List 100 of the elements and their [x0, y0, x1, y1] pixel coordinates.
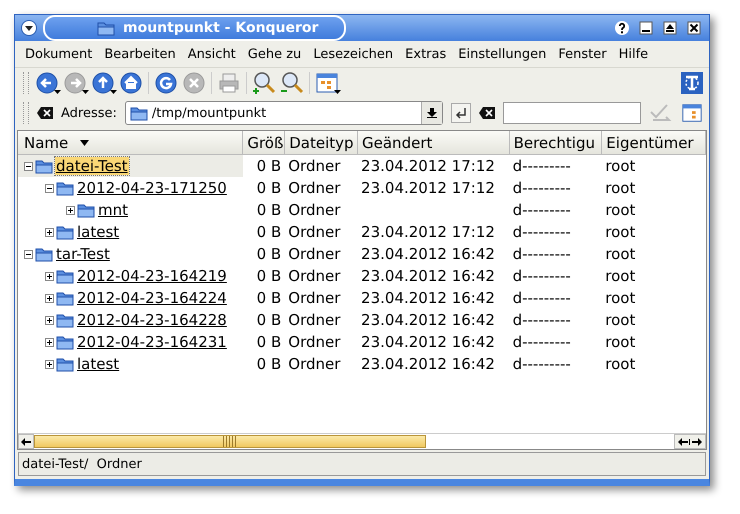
file-name-link[interactable]: datei-Test: [55, 157, 129, 175]
dropdown-caret-icon[interactable]: [110, 90, 117, 94]
go-button[interactable]: [450, 103, 471, 123]
table-cell: d---------: [512, 179, 571, 197]
table-cell: d---------: [512, 223, 571, 241]
table-cell: Ordner: [288, 267, 340, 285]
menu-item[interactable]: Lesezeichen: [307, 46, 400, 62]
table-cell: d---------: [512, 333, 571, 351]
dropdown-caret-icon[interactable]: [54, 90, 61, 94]
table-cell: 23.04.2012 16:42: [361, 333, 495, 351]
clear-icon[interactable]: [37, 107, 53, 119]
table-cell: 0 B: [256, 179, 282, 197]
expand-toggle-icon[interactable]: [66, 206, 75, 214]
reload-icon: [154, 71, 178, 95]
column-header[interactable]: Dateityp: [285, 131, 358, 154]
file-name-link[interactable]: tar-Test: [55, 245, 111, 263]
close-button[interactable]: [685, 19, 703, 37]
enter-arrow-icon: [454, 107, 467, 119]
table-cell: 23.04.2012 17:12: [361, 157, 495, 175]
column-header[interactable]: Eigentümer: [602, 131, 706, 154]
table-cell: 0 B: [256, 311, 282, 329]
file-name-link[interactable]: 2012-04-23-164231: [76, 333, 228, 351]
folder-icon: [56, 290, 74, 306]
menu-item[interactable]: Fenster: [552, 46, 613, 62]
file-name-link[interactable]: latest: [76, 223, 120, 241]
collapse-toggle-icon[interactable]: [24, 250, 33, 258]
expand-toggle-icon[interactable]: [45, 294, 54, 302]
folder-icon: [56, 180, 74, 196]
table-cell: Ordner: [288, 201, 340, 219]
caret-icon: [25, 26, 33, 30]
expand-toggle-icon[interactable]: [45, 228, 54, 236]
table-cell: 0 B: [256, 333, 282, 351]
menu-item[interactable]: Bearbeiten: [98, 46, 182, 62]
expand-toggle-icon[interactable]: [45, 272, 54, 280]
printer-icon: [217, 71, 241, 95]
collapse-toggle-icon[interactable]: [45, 184, 54, 192]
table-cell: d---------: [512, 201, 571, 219]
menu-item[interactable]: Extras: [399, 46, 452, 62]
table-cell: d---------: [512, 311, 571, 329]
menu-item[interactable]: Gehe zu: [242, 46, 308, 62]
collapse-toggle-icon[interactable]: [24, 162, 33, 170]
folder-icon: [56, 356, 74, 372]
minimize-button[interactable]: [637, 19, 655, 37]
table-cell: root: [605, 311, 636, 329]
table-cell: 0 B: [256, 157, 282, 175]
file-name-link[interactable]: mnt: [97, 201, 129, 219]
column-header[interactable]: Name: [18, 131, 244, 154]
window-menu-button[interactable]: [21, 20, 37, 36]
file-name-link[interactable]: latest: [76, 355, 120, 373]
check-arrow-icon[interactable]: [648, 103, 673, 123]
table-cell: Ordner: [288, 179, 340, 197]
maximize-button[interactable]: [661, 19, 679, 37]
expand-toggle-icon[interactable]: [45, 360, 54, 368]
table-cell: Ordner: [288, 157, 340, 175]
left-right-arrows-icon[interactable]: [678, 438, 702, 446]
file-name-link[interactable]: 2012-04-23-164219: [76, 267, 228, 285]
folder-icon: [56, 312, 74, 328]
clear-search-icon[interactable]: [478, 107, 495, 119]
file-name-link[interactable]: 2012-04-23-171250: [76, 179, 228, 197]
table-cell: Ordner: [288, 245, 340, 263]
table-cell: 0 B: [256, 201, 282, 219]
zoom-in-button[interactable]: [250, 70, 278, 96]
table-cell: root: [605, 333, 636, 351]
table-cell: 23.04.2012 17:12: [361, 179, 495, 197]
table-cell: root: [605, 289, 636, 307]
horizontal-scrollbar[interactable]: [18, 433, 706, 449]
file-name-link[interactable]: 2012-04-23-164224: [76, 289, 228, 307]
menu-item[interactable]: Einstellungen: [452, 46, 552, 62]
stop-icon: [182, 71, 206, 95]
dropdown-caret-icon[interactable]: [334, 90, 341, 94]
sort-caret-icon: [80, 140, 90, 146]
menu-item[interactable]: Dokument: [19, 46, 98, 62]
file-name-link[interactable]: 2012-04-23-164228: [76, 311, 228, 329]
table-cell: d---------: [512, 289, 571, 307]
menu-item[interactable]: Hilfe: [612, 46, 654, 62]
table-cell: 23.04.2012 16:42: [361, 289, 495, 307]
dropdown-caret-icon[interactable]: [82, 90, 89, 94]
table-cell: root: [605, 267, 636, 285]
help-button[interactable]: [613, 19, 631, 37]
table-cell: 23.04.2012 16:42: [361, 245, 495, 263]
address-label: Adresse:: [61, 106, 117, 120]
zoom-out-icon: [280, 71, 304, 95]
menu-item[interactable]: Ansicht: [182, 46, 242, 62]
zoom-out-button[interactable]: [278, 70, 306, 96]
column-header[interactable]: Geändert: [358, 131, 510, 154]
view-mode-icon[interactable]: [680, 102, 703, 124]
folder-icon: [56, 268, 74, 284]
column-header[interactable]: Größ: [243, 131, 286, 154]
left-arrow-icon[interactable]: [21, 438, 31, 446]
address-field[interactable]: /tmp/mountpunkt: [124, 101, 443, 125]
scrollbar-thumb[interactable]: [34, 435, 426, 448]
table-cell: 23.04.2012 16:42: [361, 355, 495, 373]
expand-toggle-icon[interactable]: [45, 316, 54, 324]
search-field[interactable]: [502, 102, 641, 124]
column-header[interactable]: Berechtigu: [510, 131, 602, 154]
table-cell: d---------: [512, 245, 571, 263]
expand-toggle-icon[interactable]: [45, 338, 54, 346]
dropdown-arrow-icon[interactable]: [426, 108, 437, 118]
window-title: mountpunkt - Konqueror: [123, 20, 318, 36]
folder-icon: [97, 20, 115, 36]
